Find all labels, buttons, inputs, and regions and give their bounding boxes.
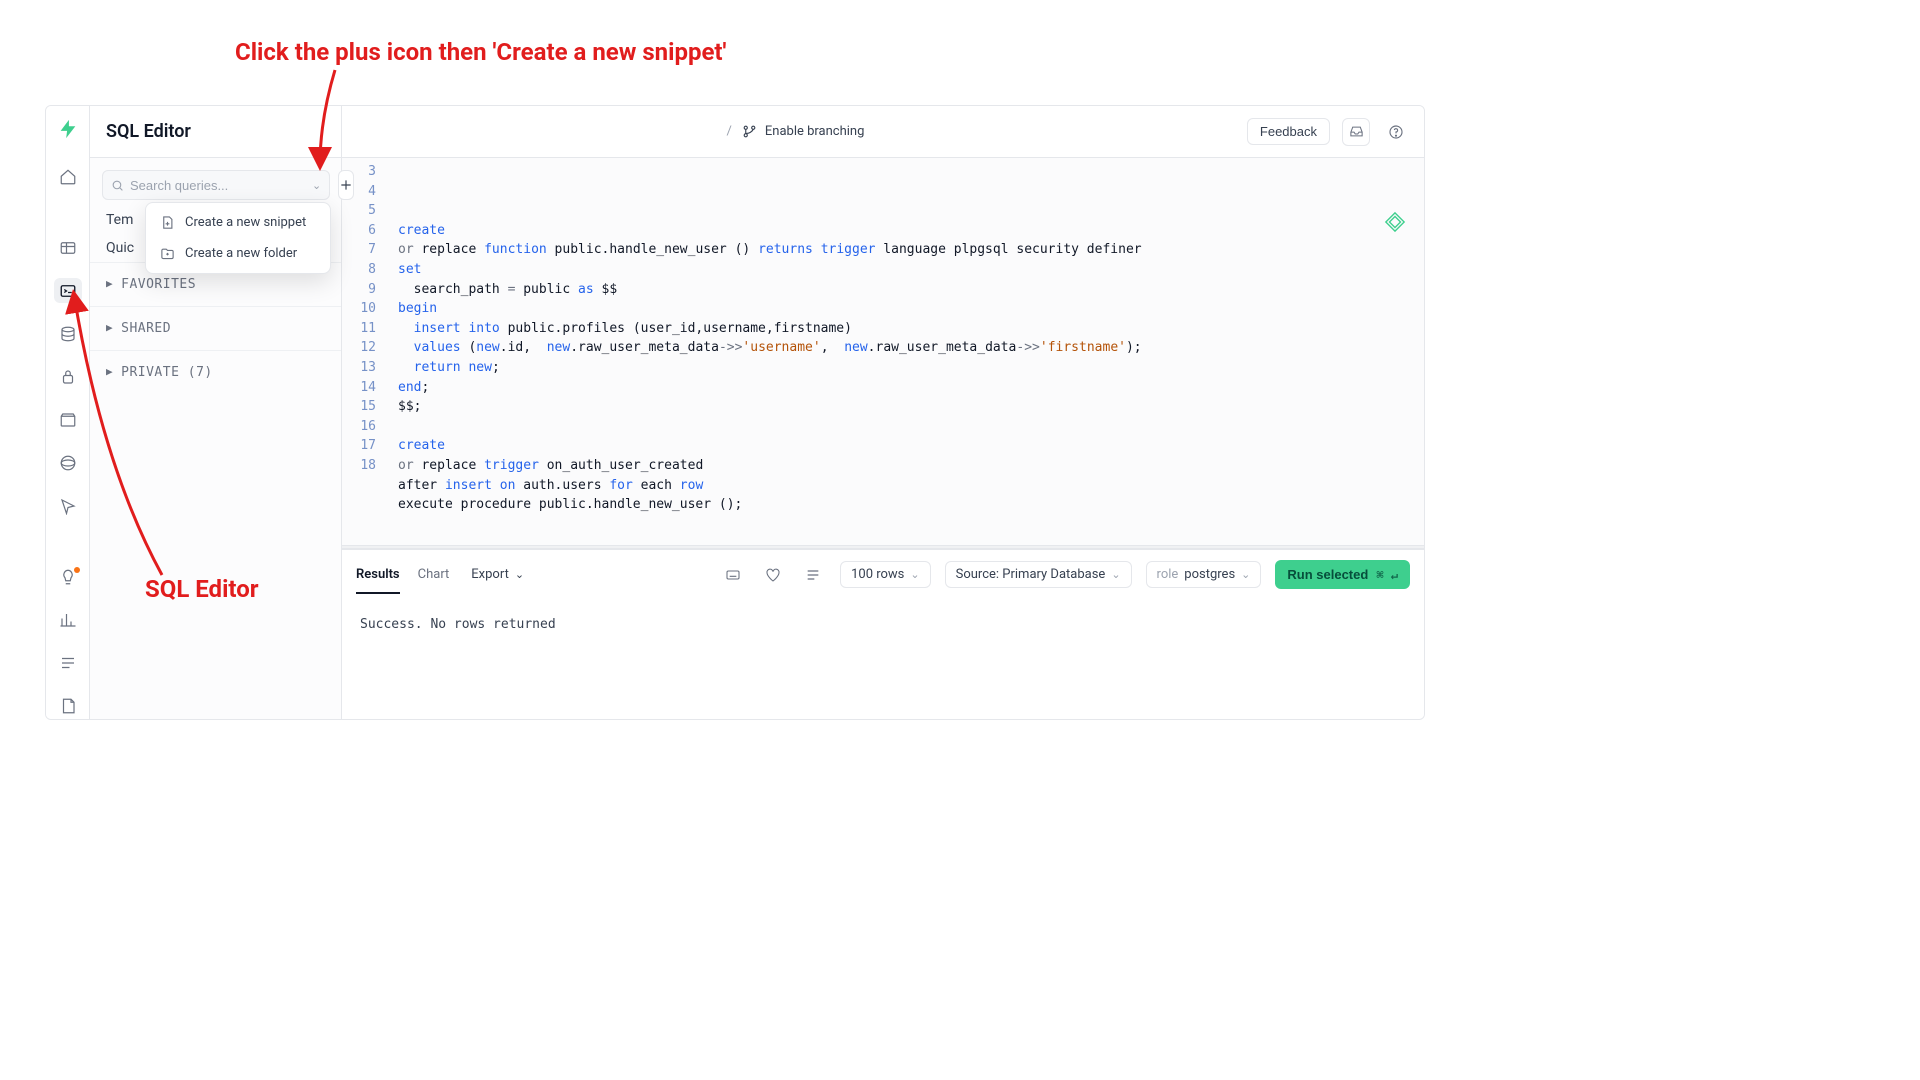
results-toolbar: Results Chart Export ⌄ 100 rows ⌄	[342, 549, 1424, 599]
enable-branching-button[interactable]: Enable branching	[742, 124, 865, 139]
breadcrumb: / Enable branching	[356, 124, 1235, 139]
nav-rail	[46, 106, 90, 719]
results-body: Success. No rows returned	[342, 599, 1424, 719]
page-title: SQL Editor	[90, 106, 341, 158]
api-docs-icon[interactable]	[54, 694, 82, 719]
home-icon[interactable]	[54, 164, 82, 189]
code-area[interactable]: createor replace function public.handle_…	[388, 158, 1424, 545]
source-select[interactable]: Source: Primary Database ⌄	[945, 561, 1132, 588]
create-snippet-item[interactable]: Create a new snippet	[150, 207, 326, 238]
logs-icon[interactable]	[54, 651, 82, 676]
sidebar: SQL Editor ⌄ Create a new snippet Create…	[90, 106, 342, 719]
realtime-icon[interactable]	[54, 494, 82, 519]
create-snippet-label: Create a new snippet	[185, 215, 306, 230]
sql-editor-icon[interactable]	[54, 278, 82, 303]
app-window: SQL Editor ⌄ Create a new snippet Create…	[45, 105, 1425, 720]
run-shortcut: ⌘ ↵	[1376, 568, 1398, 582]
results-status: Success. No rows returned	[360, 617, 556, 632]
private-section[interactable]: ▶ PRIVATE (7)	[90, 350, 341, 394]
shared-label: SHARED	[121, 321, 171, 336]
chevron-updown-icon: ⌄	[312, 179, 321, 192]
search-icon	[111, 179, 124, 192]
chevron-down-icon: ⌄	[1241, 568, 1250, 581]
role-select[interactable]: role postgres ⌄	[1146, 561, 1262, 588]
chevron-right-icon: ▶	[106, 365, 113, 378]
storage-icon[interactable]	[54, 407, 82, 432]
run-button[interactable]: Run selected ⌘ ↵	[1275, 560, 1410, 589]
shared-section[interactable]: ▶ SHARED	[90, 306, 341, 350]
create-folder-item[interactable]: Create a new folder	[150, 238, 326, 269]
chevron-down-icon: ⌄	[910, 568, 919, 581]
run-label: Run selected	[1287, 567, 1368, 582]
new-query-button[interactable]	[338, 170, 354, 200]
rows-limit-label: 100 rows	[851, 567, 904, 582]
ai-assist-icon[interactable]	[1384, 172, 1406, 194]
breadcrumb-slash: /	[727, 124, 732, 139]
line-gutter: 3456789101112131415161718	[342, 158, 388, 545]
main: / Enable branching Feedback 345678910111…	[342, 106, 1424, 719]
edge-functions-icon[interactable]	[54, 450, 82, 475]
chevron-down-icon: ⌄	[515, 568, 524, 581]
enable-branching-label: Enable branching	[765, 124, 865, 139]
tab-chart[interactable]: Chart	[418, 557, 450, 592]
role-value: postgres	[1184, 567, 1235, 582]
code-editor[interactable]: 3456789101112131415161718 createor repla…	[342, 158, 1424, 545]
file-plus-icon	[160, 215, 175, 230]
create-folder-label: Create a new folder	[185, 246, 297, 261]
keyboard-icon[interactable]	[720, 562, 746, 588]
private-label: PRIVATE (7)	[121, 365, 213, 380]
reports-icon[interactable]	[54, 608, 82, 633]
source-label: Source: Primary Database	[956, 567, 1106, 582]
search-input[interactable]	[130, 178, 306, 193]
favorites-label: FAVORITES	[121, 277, 196, 292]
database-icon[interactable]	[54, 321, 82, 346]
inbox-icon[interactable]	[1342, 118, 1370, 146]
chevron-right-icon: ▶	[106, 277, 113, 290]
feedback-button[interactable]: Feedback	[1247, 118, 1330, 145]
topbar: / Enable branching Feedback	[342, 106, 1424, 158]
logo-icon[interactable]	[57, 118, 79, 140]
wrap-icon[interactable]	[800, 562, 826, 588]
rows-limit-select[interactable]: 100 rows ⌄	[840, 561, 931, 588]
plus-icon	[339, 178, 353, 192]
tab-results[interactable]: Results	[356, 557, 400, 594]
export-button[interactable]: Export ⌄	[471, 567, 524, 582]
chevron-down-icon: ⌄	[1111, 568, 1120, 581]
role-key: role	[1157, 567, 1179, 582]
heart-icon[interactable]	[760, 562, 786, 588]
chevron-right-icon: ▶	[106, 321, 113, 334]
table-editor-icon[interactable]	[54, 235, 82, 260]
folder-plus-icon	[160, 246, 175, 261]
help-icon[interactable]	[1382, 118, 1410, 146]
export-label: Export	[471, 567, 509, 582]
search-input-wrap[interactable]: ⌄	[102, 170, 330, 200]
annotation-top: Click the plus icon then 'Create a new s…	[235, 38, 726, 66]
auth-icon[interactable]	[54, 364, 82, 389]
advisor-icon[interactable]	[54, 565, 82, 590]
new-dropdown: Create a new snippet Create a new folder	[145, 202, 331, 274]
branch-icon	[742, 124, 757, 139]
